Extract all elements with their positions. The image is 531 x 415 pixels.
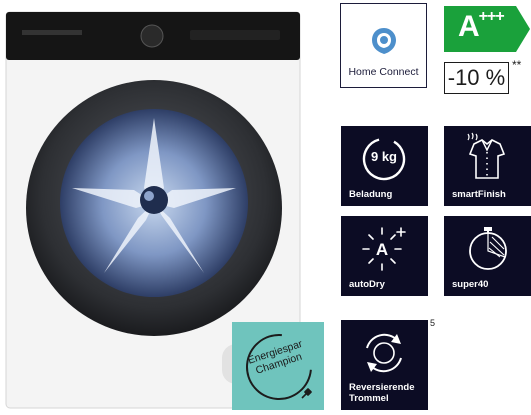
- energy-saving-box: -10 %: [444, 62, 509, 94]
- autodry-sensor-icon: A: [362, 227, 406, 271]
- stopwatch-icon: [469, 227, 507, 270]
- autodry-label: autoDry: [349, 279, 385, 290]
- energy-footnote-mark: **: [512, 58, 522, 72]
- home-connect-icon: [372, 28, 396, 54]
- plug-icon: [301, 388, 312, 399]
- shirt-steam-icon: [467, 132, 506, 179]
- svg-text:A: A: [376, 240, 388, 259]
- feature-tile-load: 9 kg Beladung: [341, 126, 428, 206]
- smartfinish-label: smartFinish: [452, 189, 506, 200]
- super40-label: super40: [452, 279, 489, 290]
- energiespar-champion-badge: Energiespar Champion: [232, 320, 326, 414]
- feature-tile-autodry: A autoDry: [341, 216, 428, 296]
- load-value: 9 kg: [370, 149, 397, 164]
- reversing-drum-icon: [366, 333, 402, 373]
- energy-class-text: A+++: [458, 8, 505, 43]
- reversing-drum-label: Reversierende Trommel: [349, 382, 415, 404]
- feature-tile-super40: super40: [444, 216, 531, 296]
- energy-class-label: A+++: [444, 6, 530, 52]
- home-connect-label: Home Connect: [348, 66, 419, 78]
- home-connect-badge: Home Connect: [340, 3, 427, 88]
- load-label: Beladung: [349, 189, 393, 200]
- feature-tile-reversing-drum: Reversierende Trommel: [341, 320, 428, 410]
- feature-tile-smartfinish: smartFinish: [444, 126, 531, 206]
- reversing-footnote-mark: 5: [430, 318, 436, 328]
